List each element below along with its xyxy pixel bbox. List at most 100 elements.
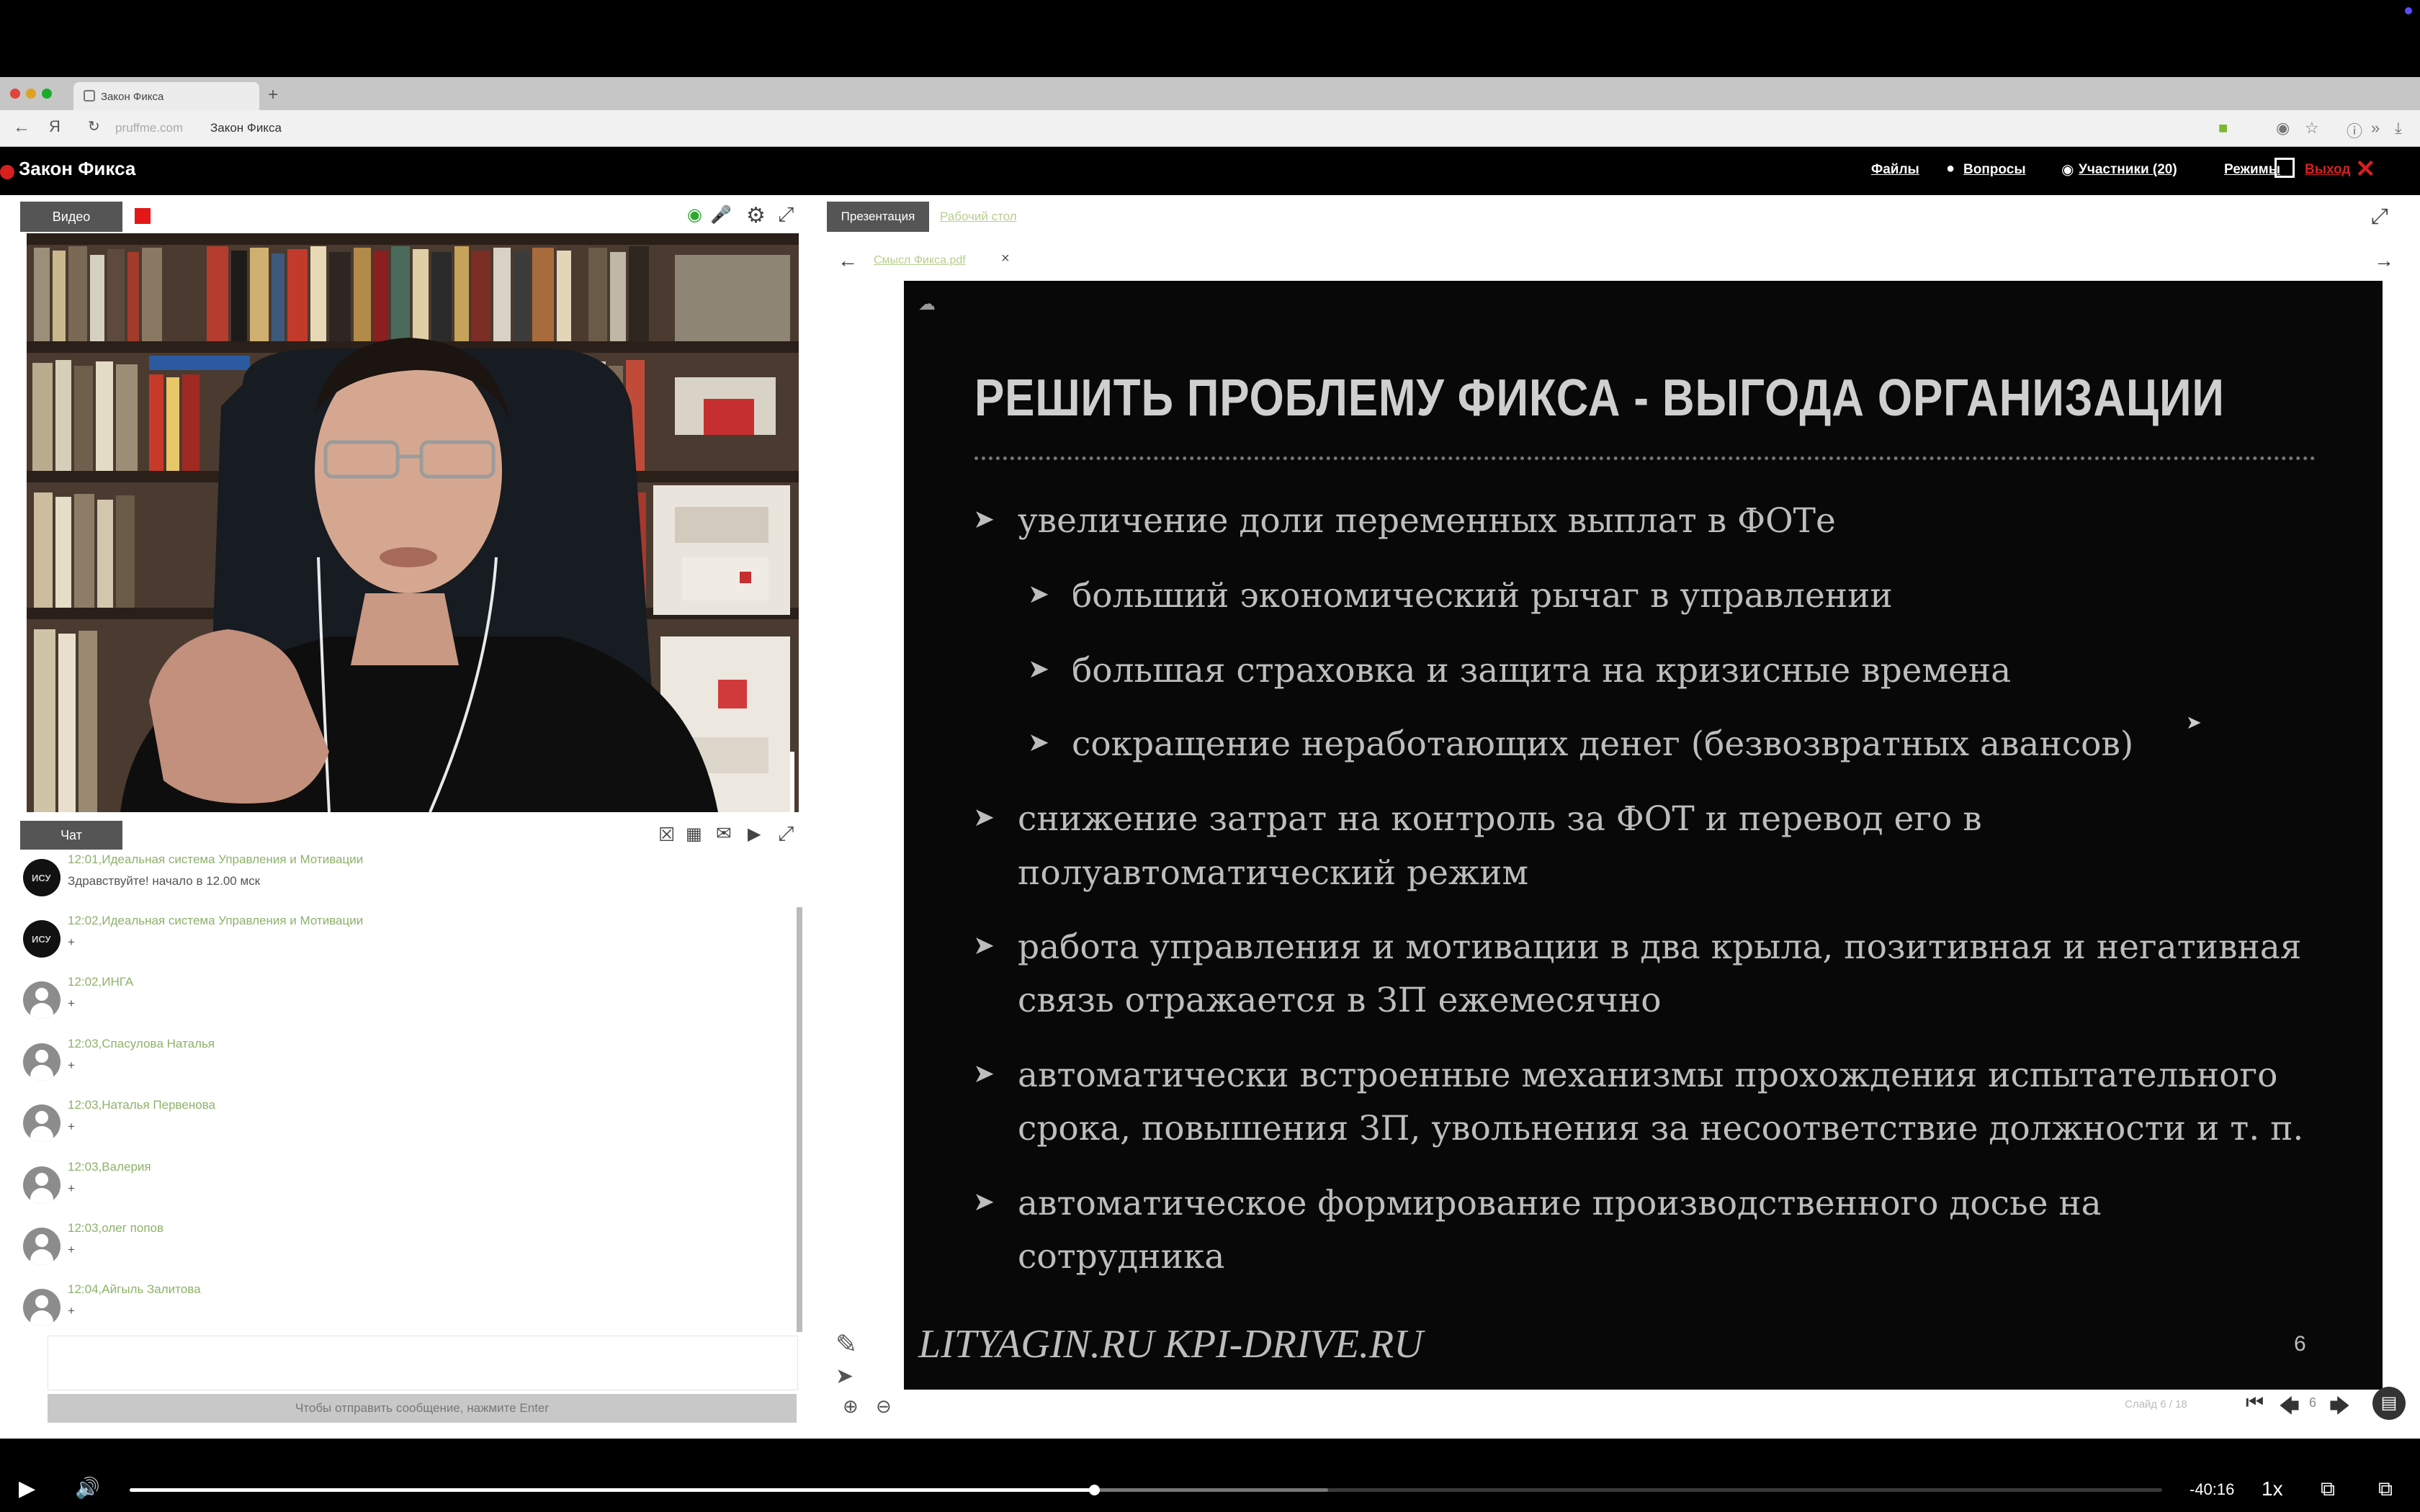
close-window-icon[interactable] — [10, 89, 20, 99]
expand-chat-icon[interactable]: ⤢ — [778, 822, 794, 846]
url-page-title[interactable]: Закон Фикса — [210, 121, 282, 135]
message-time: 12:02 — [68, 914, 99, 927]
settings-gear-icon[interactable]: ⚙ — [746, 203, 766, 228]
app-title: Закон Фикса — [19, 158, 136, 179]
seek-handle[interactable] — [1089, 1485, 1101, 1495]
next-slide-icon[interactable]: 🡆 — [2329, 1391, 2350, 1426]
message-author: Валерия — [102, 1160, 151, 1174]
export-excel-icon[interactable]: ▦ — [686, 824, 702, 845]
menu-logout[interactable]: Выход — [2305, 162, 2350, 178]
bullet-text: увеличение доли переменных выплат в ФОТе — [1018, 501, 1836, 541]
picture-in-picture-icon[interactable]: ⧉ — [2321, 1477, 2335, 1501]
reload-icon[interactable]: ↻ — [88, 117, 100, 135]
chat-message: ИСУ 12:02,Идеальная система Управления и… — [20, 911, 784, 968]
message-author: Идеальная система Управления и Мотивации — [102, 914, 364, 927]
chat-message: ИСУ 12:01,Идеальная система Управления и… — [20, 850, 784, 907]
file-name[interactable]: Смысл Фикса.pdf — [874, 254, 966, 267]
mail-icon[interactable]: ✉ — [716, 822, 732, 845]
new-tab-button[interactable]: + — [268, 85, 278, 105]
avatar — [23, 1104, 60, 1142]
extension-icon[interactable]: ◉ — [2276, 119, 2290, 138]
chat-send-hint: Чтобы отправить сообщение, нажмите Enter — [48, 1394, 797, 1423]
zoom-window-icon[interactable] — [42, 89, 52, 99]
info-icon[interactable]: ⓘ — [2347, 119, 2362, 142]
message-text: + — [68, 935, 75, 949]
close-file-icon[interactable]: × — [1001, 251, 1010, 267]
chat-message-input[interactable] — [48, 1336, 798, 1390]
download-icon[interactable]: ⤓ — [2395, 119, 2402, 138]
video-tab[interactable]: Видео — [20, 202, 122, 232]
lock-icon[interactable]: ■ — [2218, 119, 2228, 138]
slide-title: РЕШИТЬ ПРОБЛЕМУ ФИКСА - ВЫГОДА ОРГАНИЗАЦ… — [974, 369, 2225, 427]
volume-icon[interactable]: 🔊 — [75, 1476, 100, 1500]
expand-video-icon[interactable]: ⤢ — [778, 203, 794, 227]
url-host[interactable]: pruffme.com — [115, 121, 183, 135]
avatar — [23, 1166, 60, 1204]
webcam-picture — [27, 233, 799, 812]
bullet-arrow-icon: ➤ — [973, 504, 995, 534]
bullet-arrow-icon: ➤ — [1028, 654, 1050, 683]
video-player-controls: ▶ 🔊 -40:16 1x ⧉ ⧉ — [0, 1440, 2420, 1512]
current-slide[interactable]: 6 — [2309, 1395, 2316, 1410]
message-time: 12:04 — [68, 1282, 99, 1296]
menu-files[interactable]: Файлы — [1871, 162, 1919, 178]
next-file-icon[interactable]: → — [2374, 249, 2394, 272]
camera-status-icon[interactable]: ◉ — [687, 204, 702, 225]
avatar — [23, 981, 60, 1019]
chat-message: 12:03,олег попов + — [20, 1218, 784, 1276]
time-remaining: -40:16 — [2190, 1480, 2235, 1498]
played-bar — [130, 1488, 1095, 1492]
avatar — [23, 1043, 60, 1081]
message-text: + — [68, 1058, 75, 1072]
first-slide-icon[interactable]: ⏮ — [2246, 1391, 2264, 1415]
zoom-in-icon[interactable]: ⊕ — [843, 1395, 859, 1418]
exit-fullscreen-icon[interactable]: ⧉ — [2378, 1477, 2393, 1501]
tab-desktop[interactable]: Рабочий стол — [940, 210, 1017, 224]
tab-presentation[interactable]: Презентация — [827, 202, 929, 232]
slide-counter: Слайд 6 / 18 — [2125, 1398, 2187, 1410]
message-text: + — [68, 1304, 75, 1318]
microphone-icon[interactable]: 🎤 — [710, 204, 732, 225]
menu-questions[interactable]: Вопросы — [1963, 162, 2026, 178]
close-session-icon[interactable]: ✕ — [2355, 155, 2376, 184]
record-indicator[interactable] — [135, 208, 151, 224]
zoom-out-icon[interactable]: ⊖ — [876, 1395, 892, 1418]
avatar — [23, 1289, 60, 1326]
message-author: Наталья Первенова — [102, 1098, 215, 1112]
prev-slide-icon[interactable]: 🡄 — [2279, 1391, 2300, 1426]
menu-participants[interactable]: Участники (20) — [2079, 162, 2177, 178]
logo-icon — [0, 165, 14, 179]
chat-tab[interactable]: Чат — [20, 821, 122, 850]
back-icon[interactable]: ← — [13, 117, 30, 138]
captions-icon[interactable]: ▤ — [2372, 1387, 2406, 1420]
chat-message: 12:03,Наталья Первенова + — [20, 1095, 784, 1153]
menu-modes[interactable]: Режимы — [2224, 162, 2280, 178]
bookmark-star-icon[interactable]: ☆ — [2305, 119, 2319, 138]
progress-track[interactable] — [130, 1485, 2162, 1495]
pen-tool-icon[interactable]: ✎ — [835, 1329, 857, 1359]
minimize-window-icon[interactable] — [26, 89, 36, 99]
message-time: 12:02 — [68, 975, 99, 989]
pointer-tool-icon[interactable]: ➤ — [835, 1364, 853, 1389]
more-icon[interactable]: » — [2371, 119, 2380, 138]
message-text: Здравствуйте! начало в 12.00 мск — [68, 874, 261, 888]
avatar — [23, 1228, 60, 1265]
playback-speed[interactable]: 1x — [2262, 1477, 2283, 1500]
bullet-arrow-icon: ➤ — [973, 1187, 995, 1216]
chat-scrollbar[interactable] — [797, 907, 802, 1332]
prev-file-icon[interactable]: ← — [838, 249, 858, 272]
play-icon[interactable]: ▶ — [19, 1476, 35, 1501]
tab-favicon-icon — [84, 90, 95, 102]
fullscreen-presentation-icon[interactable]: ⤢ — [2371, 204, 2388, 229]
clear-chat-icon[interactable]: ☒ — [658, 824, 675, 846]
bullet-arrow-icon: ➤ — [973, 1058, 995, 1088]
message-author: Спасуловa Наталья — [102, 1037, 215, 1050]
video-feed[interactable] — [27, 233, 799, 812]
bullet-arrow-icon: ➤ — [1028, 579, 1050, 608]
layout-icon[interactable] — [2275, 158, 2295, 178]
message-time: 12:01 — [68, 852, 99, 866]
message-author: ИНГА — [102, 975, 134, 989]
play-chat-icon[interactable]: ▶ — [748, 824, 761, 845]
yandex-icon[interactable]: Я — [49, 117, 60, 136]
browser-tab[interactable]: Закон Фикса — [73, 82, 259, 110]
